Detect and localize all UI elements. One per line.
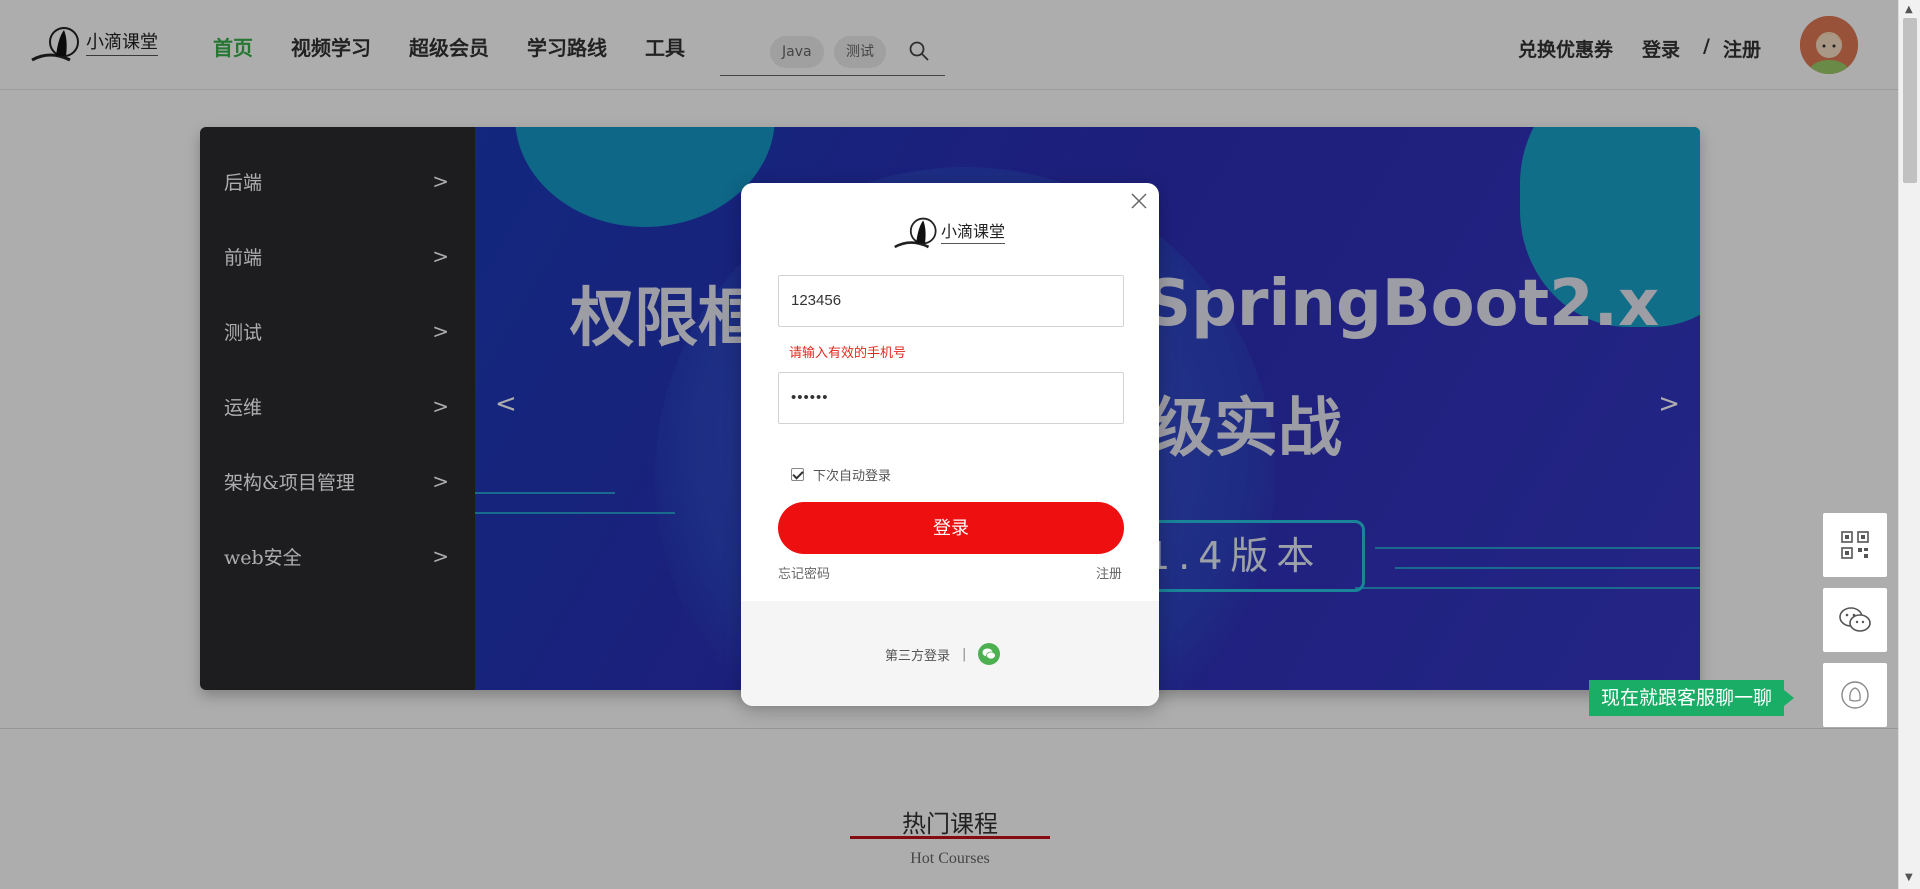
third-party-separator: | (962, 646, 967, 662)
logo-icon (894, 217, 937, 249)
qq-button[interactable] (1823, 663, 1887, 727)
wechat-button[interactable] (1823, 588, 1887, 652)
password-input[interactable]: •••••• (778, 372, 1124, 424)
modal-logo: 小滴课堂 (893, 211, 1006, 251)
login-button[interactable]: 登录 (778, 502, 1124, 554)
phone-input[interactable]: 123456 (778, 275, 1124, 327)
wechat-icon (982, 648, 997, 660)
wechat-login-icon[interactable] (978, 643, 1001, 665)
third-party-login: 第三方登录 | (885, 643, 1001, 665)
remember-checkbox[interactable] (791, 468, 804, 481)
scroll-down-arrow-icon[interactable]: ▼ (1905, 872, 1913, 883)
page-scrollbar[interactable]: ▲ ▼ (1898, 0, 1920, 889)
third-party-label: 第三方登录 (885, 648, 951, 664)
scrollbar-thumb[interactable] (1903, 18, 1917, 183)
scroll-up-arrow-icon[interactable]: ▲ (1905, 4, 1913, 15)
remember-label: 下次自动登录 (813, 469, 892, 484)
wechat-icon (1839, 607, 1871, 632)
qq-icon (1841, 681, 1869, 709)
logo-text: 小滴课堂 (941, 218, 1006, 244)
phone-error-message: 请输入有效的手机号 (789, 346, 907, 361)
login-modal: 小滴课堂 123456 请输入有效的手机号 •••••• 下次自动登录 登录 忘… (741, 183, 1159, 706)
qrcode-icon (1841, 531, 1869, 559)
qrcode-button[interactable] (1823, 513, 1887, 577)
chat-tooltip[interactable]: 现在就跟客服聊一聊 (1589, 680, 1795, 716)
remember-me[interactable]: 下次自动登录 (791, 465, 891, 484)
close-icon[interactable] (1127, 189, 1151, 213)
modal-register-link[interactable]: 注册 (1096, 563, 1122, 582)
forgot-password-link[interactable]: 忘记密码 (778, 563, 830, 582)
